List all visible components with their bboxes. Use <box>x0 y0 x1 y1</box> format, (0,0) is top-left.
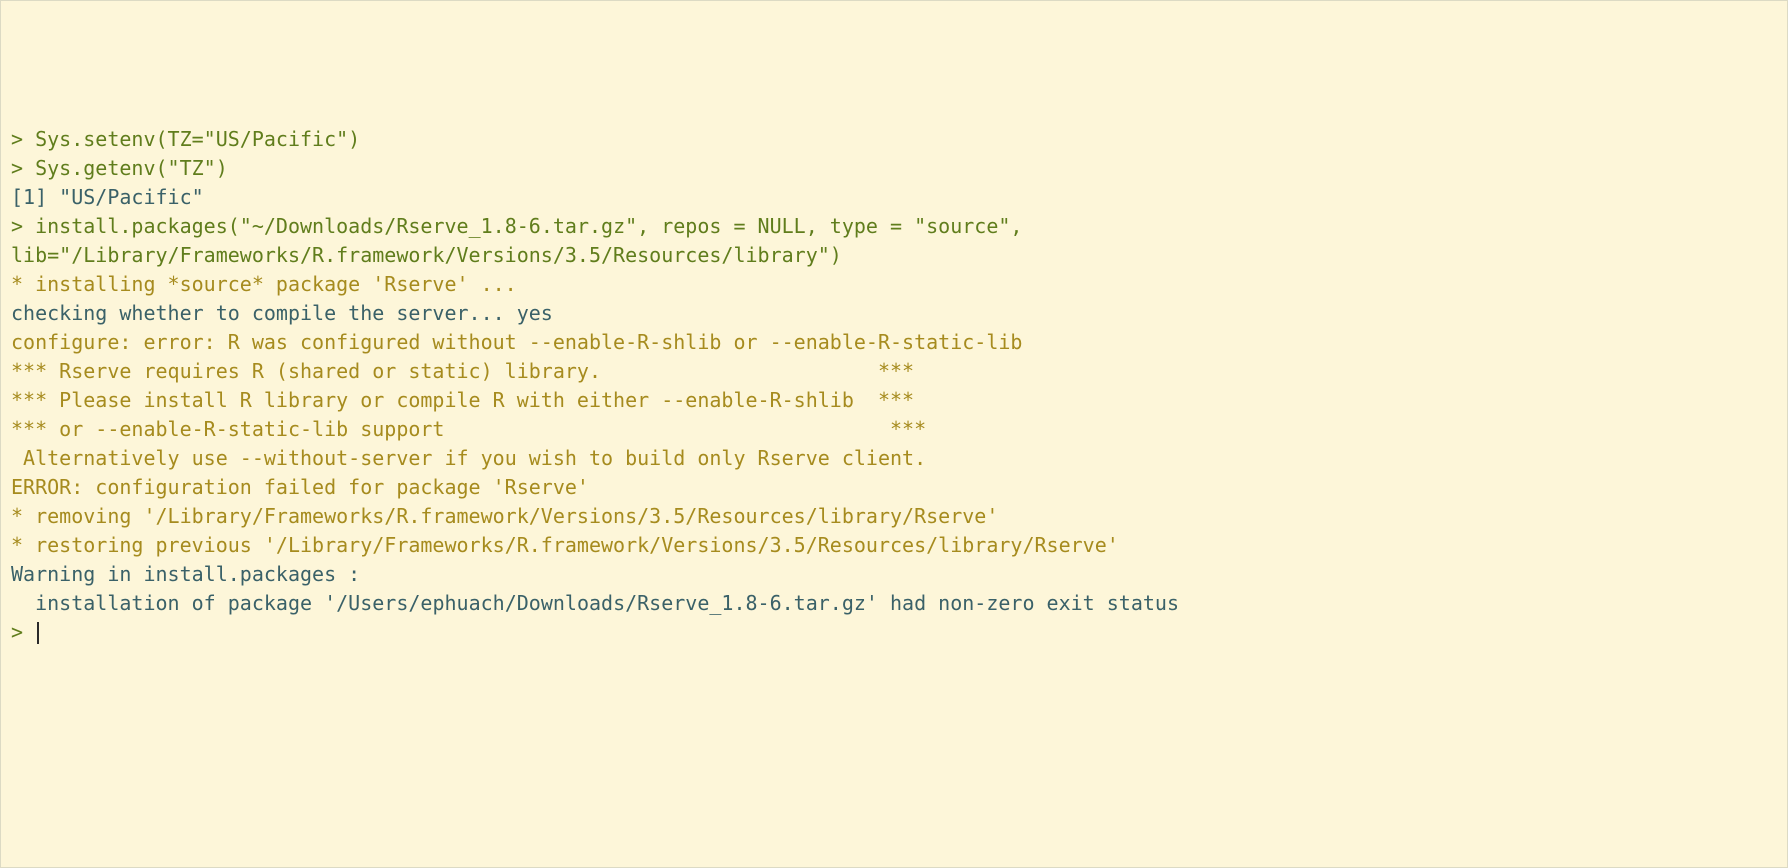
console-output: Warning in install.packages : <box>11 562 360 586</box>
r-console-output[interactable]: > Sys.setenv(TZ="US/Pacific")> Sys.geten… <box>11 125 1777 647</box>
console-line: *** Please install R library or compile … <box>11 386 1777 415</box>
console-line: checking whether to compile the server..… <box>11 299 1777 328</box>
console-prompt: > <box>11 156 35 180</box>
console-line: *** Rserve requires R (shared or static)… <box>11 357 1777 386</box>
console-line: *** or --enable-R-static-lib support *** <box>11 415 1777 444</box>
console-output: *** or --enable-R-static-lib support *** <box>11 417 926 441</box>
console-line: installation of package '/Users/ephuach/… <box>11 589 1777 618</box>
console-line: * installing *source* package 'Rserve' .… <box>11 270 1777 299</box>
console-output: * installing *source* package 'Rserve' .… <box>11 272 517 296</box>
console-line: * restoring previous '/Library/Framework… <box>11 531 1777 560</box>
console-line: Alternatively use --without-server if yo… <box>11 444 1777 473</box>
console-line: > Sys.getenv("TZ") <box>11 154 1777 183</box>
text-cursor <box>37 622 39 644</box>
console-line: > <box>11 618 1777 647</box>
console-prompt: > <box>11 620 35 644</box>
console-output: * restoring previous '/Library/Framework… <box>11 533 1119 557</box>
console-line: > install.packages("~/Downloads/Rserve_1… <box>11 212 1777 270</box>
console-output: ERROR: configuration failed for package … <box>11 475 589 499</box>
console-input: Sys.setenv(TZ="US/Pacific") <box>35 127 360 151</box>
console-line: [1] "US/Pacific" <box>11 183 1777 212</box>
console-prompt: > <box>11 127 35 151</box>
console-output: *** Please install R library or compile … <box>11 388 914 412</box>
console-input: Sys.getenv("TZ") <box>35 156 228 180</box>
console-input: install.packages("~/Downloads/Rserve_1.8… <box>11 214 1035 267</box>
console-output: configure: error: R was configured witho… <box>11 330 1022 354</box>
console-output: [1] "US/Pacific" <box>11 185 204 209</box>
console-line: configure: error: R was configured witho… <box>11 328 1777 357</box>
console-output: Alternatively use --without-server if yo… <box>11 446 926 470</box>
console-line: * removing '/Library/Frameworks/R.framew… <box>11 502 1777 531</box>
console-line: > Sys.setenv(TZ="US/Pacific") <box>11 125 1777 154</box>
console-output: installation of package '/Users/ephuach/… <box>11 591 1179 615</box>
console-output: * removing '/Library/Frameworks/R.framew… <box>11 504 998 528</box>
console-output: checking whether to compile the server..… <box>11 301 553 325</box>
console-output: *** Rserve requires R (shared or static)… <box>11 359 914 383</box>
console-line: ERROR: configuration failed for package … <box>11 473 1777 502</box>
console-line: Warning in install.packages : <box>11 560 1777 589</box>
console-prompt: > <box>11 214 35 238</box>
